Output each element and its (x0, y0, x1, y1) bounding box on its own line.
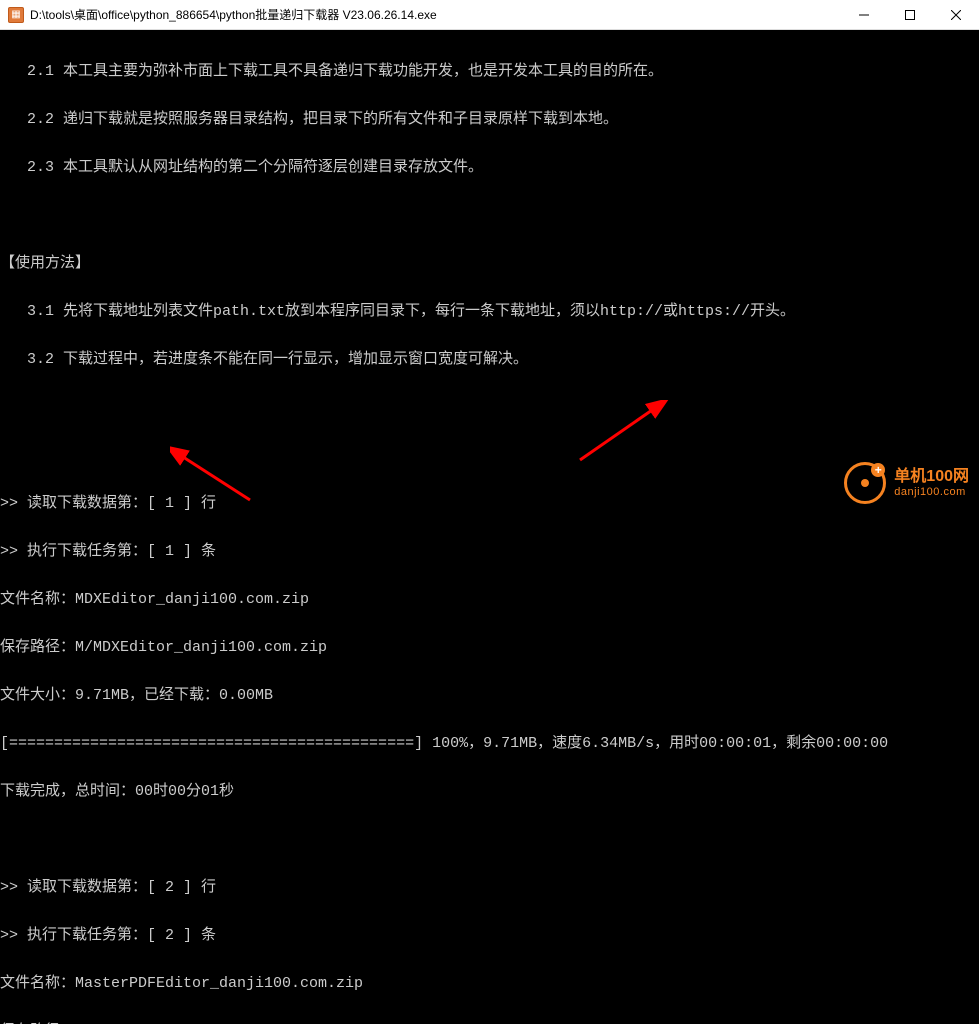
console-line: [=======================================… (0, 736, 979, 752)
console-line: 2.3 本工具默认从网址结构的第二个分隔符逐层创建目录存放文件。 (0, 160, 979, 176)
console-line: 3.2 下载过程中，若进度条不能在同一行显示，增加显示窗口宽度可解决。 (0, 352, 979, 368)
maximize-button[interactable] (887, 0, 933, 29)
console-line: 2.1 本工具主要为弥补市面上下载工具不具备递归下载功能开发，也是开发本工具的目… (0, 64, 979, 80)
console-line: >> 读取下载数据第：[ 1 ] 行 (0, 496, 979, 512)
console-line: 文件大小：9.71MB，已经下载：0.00MB (0, 688, 979, 704)
console-line (0, 208, 979, 224)
watermark-text: 单机100网 danji100.com (894, 468, 969, 498)
console-line: 文件名称：MDXEditor_danji100.com.zip (0, 592, 979, 608)
console-line: 保存路径：M/MDXEditor_danji100.com.zip (0, 640, 979, 656)
watermark: + 单机100网 danji100.com (844, 462, 969, 504)
console-line (0, 400, 979, 416)
console-line (0, 832, 979, 848)
window-buttons (841, 0, 979, 29)
close-button[interactable] (933, 0, 979, 29)
console-output: 2.1 本工具主要为弥补市面上下载工具不具备递归下载功能开发，也是开发本工具的目… (0, 30, 979, 1024)
titlebar: ▦ D:\tools\桌面\office\python_886654\pytho… (0, 0, 979, 30)
console-line: >> 读取下载数据第：[ 2 ] 行 (0, 880, 979, 896)
minimize-button[interactable] (841, 0, 887, 29)
console-line: 【使用方法】 (0, 256, 979, 272)
console-line: >> 执行下载任务第：[ 2 ] 条 (0, 928, 979, 944)
app-icon: ▦ (8, 7, 24, 23)
watermark-logo-icon: + (844, 462, 886, 504)
console-line: >> 执行下载任务第：[ 1 ] 条 (0, 544, 979, 560)
console-line: 下载完成，总时间：00时00分01秒 (0, 784, 979, 800)
console-line: 2.2 递归下载就是按照服务器目录结构，把目录下的所有文件和子目录原样下载到本地… (0, 112, 979, 128)
window-title: D:\tools\桌面\office\python_886654\python批… (30, 6, 841, 23)
console-line (0, 448, 979, 464)
console-line: 文件名称：MasterPDFEditor_danji100.com.zip (0, 976, 979, 992)
console-line: 3.1 先将下载地址列表文件path.txt放到本程序同目录下，每行一条下载地址… (0, 304, 979, 320)
